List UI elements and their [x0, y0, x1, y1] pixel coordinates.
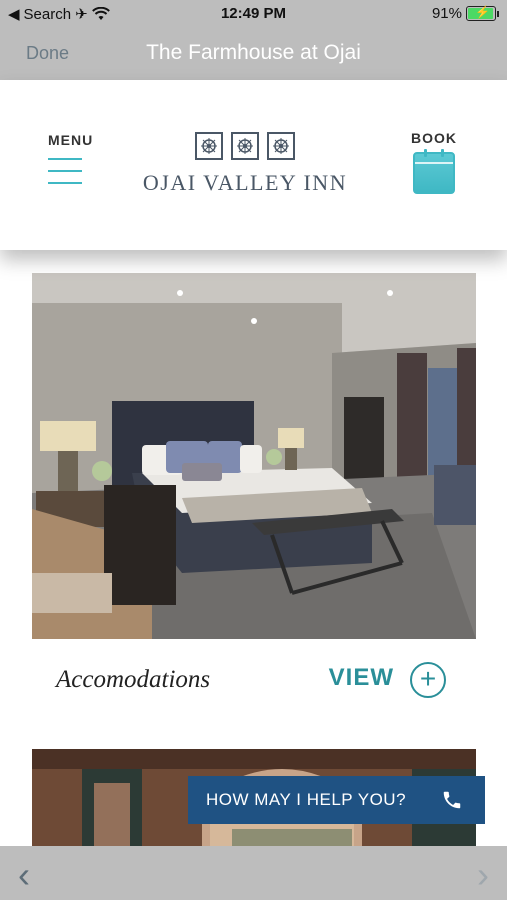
logo-tile-icon	[231, 132, 259, 160]
status-bar: ◀ Search ✈ 12:49 PM 91% ⚡	[0, 0, 507, 28]
site-header: MENU OJAI VALLEY INN BOOK	[0, 80, 507, 250]
logo-text: OJAI VALLEY INN	[142, 170, 348, 195]
logo-marks	[130, 132, 360, 160]
forward-arrow-icon[interactable]: ›	[477, 854, 489, 896]
logo-tile-icon	[267, 132, 295, 160]
logo[interactable]: OJAI VALLEY INN	[130, 132, 360, 196]
plus-circle-icon[interactable]: +	[410, 662, 446, 698]
logo-tile-icon	[195, 132, 223, 160]
status-right: 91% ⚡	[432, 5, 499, 22]
bottom-toolbar: ‹ ›	[0, 846, 507, 900]
page-title: The Farmhouse at Ojai	[146, 41, 361, 64]
book-label: BOOK	[411, 130, 457, 146]
calendar-icon	[413, 149, 455, 194]
nav-bar: Done The Farmhouse at Ojai	[0, 28, 507, 80]
view-button[interactable]: VIEW	[329, 664, 394, 692]
back-arrow-icon[interactable]: ‹	[18, 854, 30, 896]
help-label: HOW MAY I HELP YOU?	[206, 790, 407, 809]
accommodations-photo[interactable]	[32, 273, 476, 639]
menu-label: MENU	[48, 132, 94, 148]
accommodations-row[interactable]: Accomodations VIEW +	[56, 650, 446, 714]
menu-button[interactable]: MENU	[48, 132, 94, 194]
hamburger-icon	[48, 158, 88, 184]
card-caption: Accomodations	[56, 666, 211, 693]
battery-percent: 91%	[431, 5, 462, 22]
help-chat-button[interactable]: HOW MAY I HELP YOU?	[188, 776, 485, 824]
status-time: 12:49 PM	[220, 5, 287, 22]
charging-bolt-icon: ⚡	[475, 5, 490, 19]
phone-icon	[443, 791, 461, 809]
book-button[interactable]: BOOK	[408, 130, 460, 194]
battery-icon: ⚡	[466, 5, 496, 21]
content-area[interactable]: Accomodations VIEW +	[0, 250, 507, 846]
